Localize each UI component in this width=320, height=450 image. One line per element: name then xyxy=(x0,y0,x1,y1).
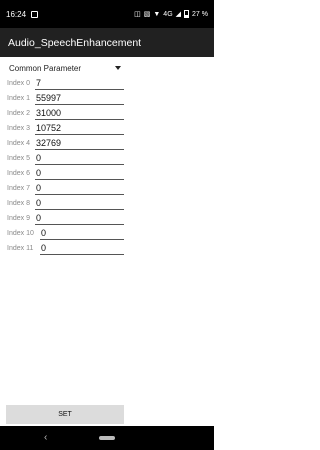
parameter-row: Index 8 0 xyxy=(0,197,214,212)
index-value-field[interactable]: 55997 xyxy=(35,92,124,105)
index-value-field[interactable]: 0 xyxy=(35,167,124,180)
signal-icon: ◢ xyxy=(175,10,182,18)
parameter-row: Index 9 0 xyxy=(0,212,214,227)
headphones-icon: ◫ xyxy=(134,10,141,18)
index-label: Index 2 xyxy=(7,110,30,117)
status-time: 16:24 xyxy=(6,9,27,19)
index-label: Index 10 xyxy=(7,230,34,237)
set-button[interactable]: SET xyxy=(6,405,124,424)
spinner-selected-value: Common Parameter xyxy=(9,63,82,73)
index-value-field[interactable]: 31000 xyxy=(35,107,124,120)
parameter-row: Index 6 0 xyxy=(0,167,214,182)
index-label: Index 6 xyxy=(7,170,30,177)
home-pill-icon[interactable] xyxy=(99,436,115,440)
dropdown-arrow-icon xyxy=(115,66,121,70)
index-label: Index 3 xyxy=(7,125,30,132)
index-label: Index 11 xyxy=(7,245,34,252)
index-label: Index 0 xyxy=(7,80,30,87)
index-label: Index 1 xyxy=(7,95,30,102)
parameter-row: Index 0 7 xyxy=(0,77,214,92)
app-bar: Audio_SpeechEnhancement xyxy=(0,28,214,57)
parameter-row: Index 7 0 xyxy=(0,182,214,197)
battery-icon xyxy=(184,10,190,18)
index-label: Index 9 xyxy=(7,215,30,222)
network-type: 4G xyxy=(163,10,173,18)
parameter-row: Index 1 55997 xyxy=(0,92,214,107)
status-icons: ◫ ▧ ▼ 4G ◢ 27 % xyxy=(134,10,208,18)
navigation-bar: ‹ xyxy=(0,426,214,450)
parameter-row: Index 2 31000 xyxy=(0,107,214,122)
image-notification-icon xyxy=(31,10,39,18)
wifi-icon: ▼ xyxy=(153,10,161,18)
index-value-field[interactable]: 32769 xyxy=(35,137,124,150)
app-title: Audio_SpeechEnhancement xyxy=(8,36,142,49)
status-bar: 16:24 ◫ ▧ ▼ 4G ◢ 27 % xyxy=(0,0,214,28)
index-value-field[interactable]: 7 xyxy=(35,77,124,90)
index-label: Index 8 xyxy=(7,200,30,207)
index-value-field[interactable]: 0 xyxy=(40,227,124,240)
index-value-field[interactable]: 0 xyxy=(35,152,124,165)
parameter-row: Index 5 0 xyxy=(0,152,214,167)
parameter-spinner[interactable]: Common Parameter xyxy=(9,61,121,75)
parameter-row: Index 10 0 xyxy=(0,227,214,242)
index-label: Index 5 xyxy=(7,155,30,162)
parameter-row: Index 3 10752 xyxy=(0,122,214,137)
index-label: Index 7 xyxy=(7,185,30,192)
parameter-row: Index 4 32769 xyxy=(0,137,214,152)
vibrate-icon: ▧ xyxy=(143,10,151,18)
battery-percent: 27 % xyxy=(192,10,208,18)
parameter-row: Index 11 0 xyxy=(0,242,214,257)
index-value-field[interactable]: 0 xyxy=(35,197,124,210)
index-label: Index 4 xyxy=(7,140,30,147)
index-value-field[interactable]: 0 xyxy=(40,242,124,255)
index-value-field[interactable]: 0 xyxy=(35,182,124,195)
back-icon[interactable]: ‹ xyxy=(44,432,47,443)
index-value-field[interactable]: 0 xyxy=(35,212,124,225)
index-value-field[interactable]: 10752 xyxy=(35,122,124,135)
parameter-list: Index 0 7 Index 1 55997 Index 2 31000 In… xyxy=(0,77,214,257)
